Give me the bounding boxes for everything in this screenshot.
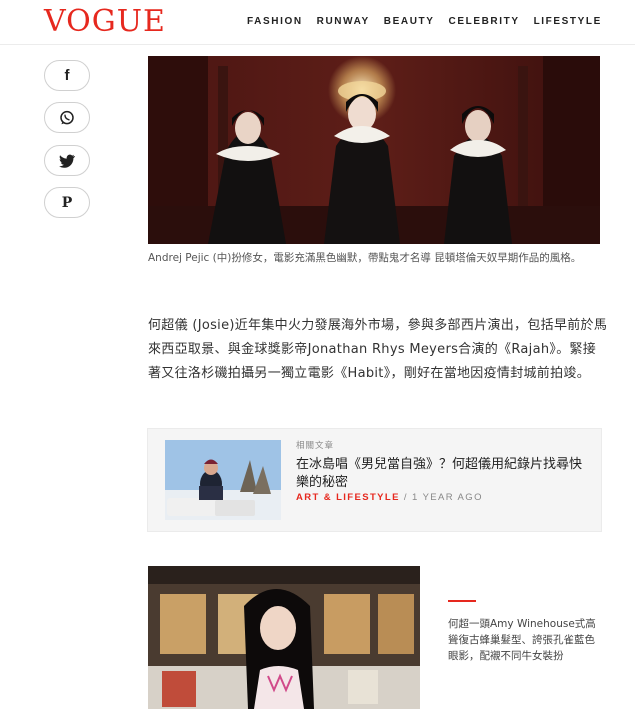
related-article-meta: ART & LIFESTYLE / 1 YEAR AGO [296,492,483,503]
nav-item-lifestyle[interactable]: LIFESTYLE [534,16,602,27]
main-nav: FASHION RUNWAY BEAUTY CELEBRITY LIFESTYL… [247,16,616,27]
hero-caption: Andrej Pejic (中)扮修女，電影充滿黑色幽默，帶點鬼才名導 昆頓塔倫… [148,252,582,264]
caption-accent-rule [448,600,476,602]
related-article-card[interactable]: 相關文章 在冰島唱《男兒當自強》？何超儀用紀錄片找尋快樂的秘密 ART & LI… [147,428,602,532]
hero-image [148,56,600,244]
article-paragraph: 何超儀 (Josie)近年集中火力發展海外市場，參與多部西片演出，包括早前於馬來… [148,318,608,381]
article-image-2 [148,566,420,709]
nav-item-fashion[interactable]: FASHION [247,16,303,27]
facebook-icon: f [64,67,70,84]
whatsapp-icon [60,110,74,124]
related-timestamp: 1 YEAR AGO [412,492,483,503]
share-whatsapp-button[interactable] [44,102,90,133]
site-header: VOGUE FASHION RUNWAY BEAUTY CELEBRITY LI… [0,0,635,45]
twitter-icon [59,154,75,168]
meta-separator: / [403,492,408,503]
related-article-title[interactable]: 在冰島唱《男兒當自強》？何超儀用紀錄片找尋快樂的秘密 [296,456,586,492]
vogue-logo[interactable]: VOGUE [44,4,166,40]
image-2-caption: 何超一頭Amy Winehouse式高聳復古蜂巢髮型、誇張孔雀藍色眼影，配襯不同… [448,618,596,662]
related-label: 相關文章 [296,441,335,451]
share-pinterest-button[interactable]: P [44,187,90,218]
nav-item-celebrity[interactable]: CELEBRITY [449,16,520,27]
nav-item-runway[interactable]: RUNWAY [317,16,370,27]
nav-item-beauty[interactable]: BEAUTY [384,16,435,27]
related-category-link[interactable]: ART & LIFESTYLE [296,492,400,503]
pinterest-icon: P [61,194,73,211]
share-facebook-button[interactable]: f [44,60,90,91]
related-article-thumbnail[interactable] [165,440,281,520]
share-twitter-button[interactable] [44,145,90,176]
